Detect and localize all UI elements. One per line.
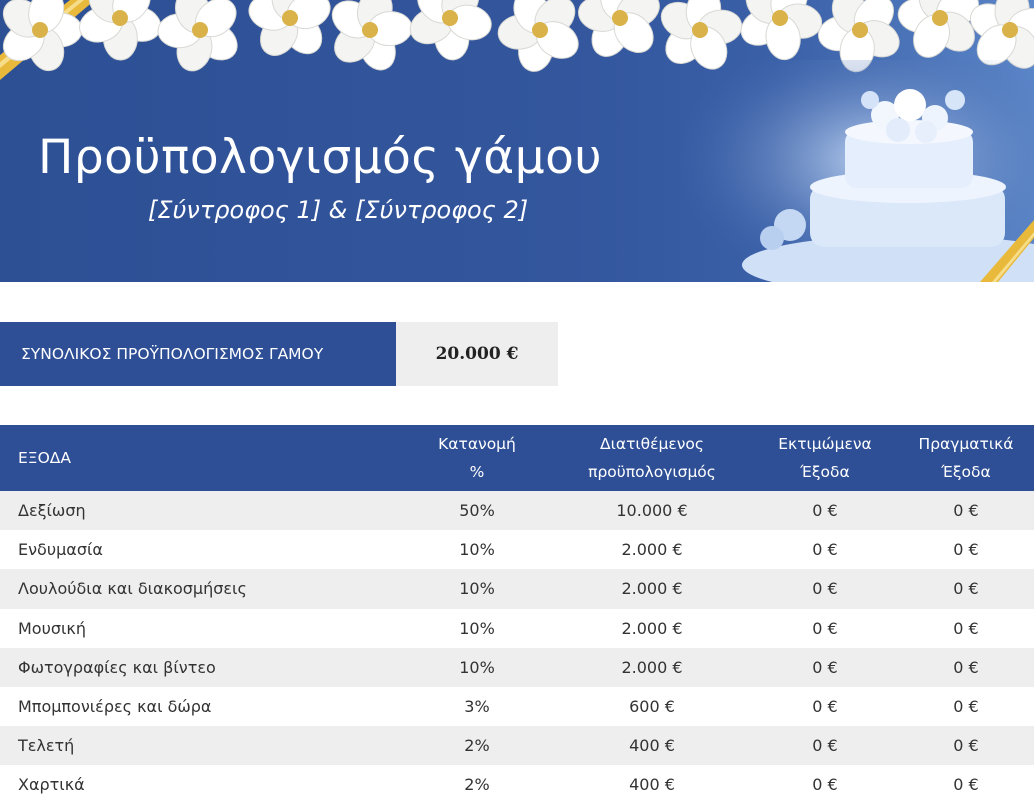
col-allocation-cell[interactable]: 2% [402, 775, 552, 794]
col-actual-costs-cell[interactable]: 0 € [898, 736, 1034, 755]
page-title: Προϋπολογισμός γάμου [38, 130, 603, 185]
table-row: Φωτογραφίες και βίντεο 10% 2.000 €0 €0 € [0, 647, 1034, 687]
header-text: ΕΞΟΔΑ [18, 449, 71, 467]
col-allocation-cell[interactable]: 2% [402, 736, 552, 755]
col-actual-costs-cell[interactable]: 0 € [898, 775, 1034, 794]
col-expenses-cell[interactable]: Ενδυμασία [0, 540, 402, 559]
col-expenses-cell[interactable]: Μπομπονιέρες και δώρα [0, 697, 402, 716]
header-text: Εκτιμώμενα [778, 435, 872, 453]
table-row: Ενδυμασία 10% 2.000 €0 €0 € [0, 530, 1034, 569]
table-row: Μουσική 10% 2.000 €0 €0 € [0, 609, 1034, 648]
table-body: Δεξίωση 50% 10.000 €0 €0 € Ενδυμασία 10% 2.00… [0, 491, 1034, 805]
header-text: Διατιθέμενος [600, 435, 704, 453]
col-available-budget-cell[interactable]: 2.000 € [552, 540, 752, 559]
col-available-budget-cell[interactable]: 2.000 € [552, 619, 752, 638]
header-text: Έξοδα [941, 463, 991, 481]
flower-decoration [497, 0, 579, 72]
table-row: Λουλούδια και διακοσμήσεις 10% 2.000 €0 €0… [0, 569, 1034, 609]
flower-decoration [740, 0, 823, 61]
col-actual-costs-cell[interactable]: 0 € [898, 697, 1034, 716]
col-estimated-costs-cell[interactable]: 0 € [752, 619, 898, 638]
table-row: Χαρτικά 2% 400 €0 €0 € [0, 765, 1034, 804]
col-estimated-costs-cell[interactable]: 0 € [752, 697, 898, 716]
col-expenses-cell[interactable]: Φωτογραφίες και βίντεο [0, 658, 402, 677]
col-actual-costs-header: Πραγματικά Έξοδα [898, 425, 1034, 491]
flower-decoration [331, 0, 413, 71]
flower-decoration [897, 0, 979, 58]
col-available-budget-header: Διατιθέμενος προϋπολογισμός [552, 425, 752, 491]
col-estimated-costs-cell[interactable]: 0 € [752, 775, 898, 794]
total-budget-label: ΣΥΝΟΛΙΚΟΣ ΠΡΟΫΠΟΛΟΓΙΣΜΟΣ ΓΑΜΟΥ [0, 322, 396, 386]
col-estimated-costs-cell[interactable]: 0 € [752, 540, 898, 559]
col-actual-costs-cell[interactable]: 0 € [898, 658, 1034, 677]
col-allocation-cell[interactable]: 50% [402, 501, 552, 520]
table-row: Μπομπονιέρες και δώρα 3% 600 €0 €0 € [0, 687, 1034, 726]
wedding-cake-image [680, 60, 1034, 282]
col-allocation-cell[interactable]: 10% [402, 658, 552, 677]
col-available-budget-cell[interactable]: 400 € [552, 736, 752, 755]
header-text: Πραγματικά [918, 435, 1014, 453]
col-actual-costs-cell[interactable]: 0 € [898, 579, 1034, 598]
col-allocation-cell[interactable]: 10% [402, 619, 552, 638]
col-estimated-costs-cell[interactable]: 0 € [752, 658, 898, 677]
col-available-budget-cell[interactable]: 600 € [552, 697, 752, 716]
col-estimated-costs-header: Εκτιμώμενα Έξοδα [752, 425, 898, 491]
col-available-budget-cell[interactable]: 2.000 € [552, 658, 752, 677]
col-allocation-header: Κατανομή% [402, 425, 552, 491]
table-header: ΕΞΟΔΑ Κατανομή% Διατιθέμενος προϋπολογισμός… [0, 425, 1034, 491]
col-allocation-cell[interactable]: 10% [402, 540, 552, 559]
flower-decoration [409, 0, 492, 61]
header-banner: Προϋπολογισμός γάμου [Σύντροφος 1] & [Σύ… [0, 0, 1034, 282]
col-available-budget-cell[interactable]: 400 € [552, 775, 752, 794]
header-text: Κατανομή [438, 435, 516, 453]
col-allocation-cell[interactable]: 3% [402, 697, 552, 716]
table-row: Δεξίωση 50% 10.000 €0 €0 € [0, 491, 1034, 531]
col-expenses-cell[interactable]: Μουσική [0, 619, 402, 638]
flower-decoration [157, 0, 238, 72]
flower-decoration [578, 0, 660, 57]
header-text: προϋπολογισμός [588, 463, 716, 481]
col-expenses-cell[interactable]: Δεξίωση [0, 501, 402, 520]
header-text: Έξοδα [800, 463, 850, 481]
col-actual-costs-cell[interactable]: 0 € [898, 540, 1034, 559]
col-estimated-costs-cell[interactable]: 0 € [752, 736, 898, 755]
table-row: Τελετή 2% 400 €0 €0 € [0, 726, 1034, 766]
couple-names: [Σύντροφος 1] & [Σύντροφος 2] [148, 196, 529, 224]
col-estimated-costs-cell[interactable]: 0 € [752, 579, 898, 598]
total-budget-value[interactable]: 20.000 € [396, 322, 558, 386]
expenses-table: ΕΞΟΔΑ Κατανομή% Διατιθέμενος προϋπολογισμός… [0, 425, 1034, 805]
col-available-budget-cell[interactable]: 10.000 € [552, 501, 752, 520]
header-text: % [469, 463, 485, 481]
col-actual-costs-cell[interactable]: 0 € [898, 619, 1034, 638]
col-expenses-cell[interactable]: Χαρτικά [0, 775, 402, 794]
flower-decoration [248, 0, 331, 56]
col-expenses-header: ΕΞΟΔΑ [0, 425, 402, 491]
col-allocation-cell[interactable]: 10% [402, 579, 552, 598]
flower-decoration [79, 0, 162, 61]
col-expenses-cell[interactable]: Τελετή [0, 736, 402, 755]
col-expenses-cell[interactable]: Λουλούδια και διακοσμήσεις [0, 579, 402, 598]
col-available-budget-cell[interactable]: 2.000 € [552, 579, 752, 598]
col-estimated-costs-cell[interactable]: 0 € [752, 501, 898, 520]
col-actual-costs-cell[interactable]: 0 € [898, 501, 1034, 520]
